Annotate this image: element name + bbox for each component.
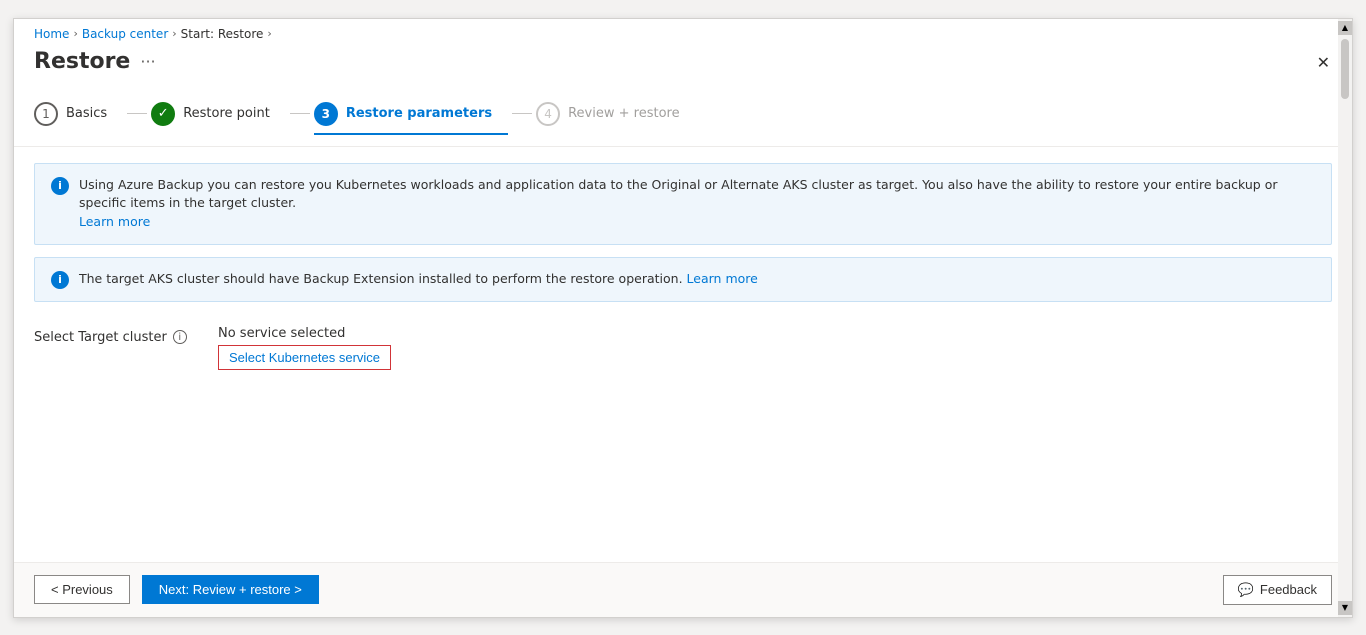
- previous-button[interactable]: < Previous: [34, 575, 130, 604]
- info-text-2: The target AKS cluster should have Backu…: [79, 270, 758, 289]
- breadcrumb-home[interactable]: Home: [34, 27, 69, 41]
- step-basics-label: Basics: [66, 106, 107, 121]
- step-active-indicator: [314, 133, 508, 135]
- field-row-target-cluster: Select Target cluster i No service selec…: [34, 314, 1332, 382]
- target-cluster-info-icon[interactable]: i: [173, 330, 187, 344]
- breadcrumb-start-restore: Start: Restore: [181, 27, 264, 41]
- step-restore-parameters-circle: 3: [314, 102, 338, 126]
- modal: Home › Backup center › Start: Restore › …: [13, 18, 1353, 618]
- step-sep-1: [127, 113, 147, 114]
- info-box-2: i The target AKS cluster should have Bac…: [34, 257, 1332, 302]
- no-service-label: No service selected: [218, 326, 391, 341]
- feedback-icon: 💬: [1238, 582, 1254, 598]
- step-sep-2: [290, 113, 310, 114]
- breadcrumb-backup-center[interactable]: Backup center: [82, 27, 168, 41]
- header: Restore ··· ✕: [14, 45, 1352, 82]
- info-box-1-learn-more[interactable]: Learn more: [79, 214, 150, 229]
- breadcrumb-sep-3: ›: [267, 27, 271, 40]
- step-review-restore[interactable]: 4 Review + restore: [536, 94, 695, 134]
- step-restore-parameters-label: Restore parameters: [346, 106, 492, 121]
- step-sep-3: [512, 113, 532, 114]
- field-label-text: Select Target cluster: [34, 330, 167, 345]
- step-review-restore-label: Review + restore: [568, 106, 679, 121]
- step-basics-circle: 1: [34, 102, 58, 126]
- breadcrumb-sep-1: ›: [73, 27, 77, 40]
- ellipsis-menu[interactable]: ···: [140, 52, 155, 71]
- footer: < Previous Next: Review + restore > 💬 Fe…: [14, 562, 1352, 617]
- breadcrumb: Home › Backup center › Start: Restore ›: [14, 19, 1352, 45]
- step-review-restore-circle: 4: [536, 102, 560, 126]
- feedback-label: Feedback: [1260, 582, 1317, 597]
- info-box-1: i Using Azure Backup you can restore you…: [34, 163, 1332, 245]
- info-icon-2: i: [51, 271, 69, 289]
- info-box-2-learn-more[interactable]: Learn more: [687, 271, 758, 286]
- step-restore-parameters[interactable]: 3 Restore parameters: [314, 94, 508, 134]
- next-button[interactable]: Next: Review + restore >: [142, 575, 319, 604]
- feedback-button[interactable]: 💬 Feedback: [1223, 575, 1332, 605]
- steps-bar: 1 Basics Restore point 3 Restore paramet…: [14, 82, 1352, 147]
- info-text-1: Using Azure Backup you can restore you K…: [79, 176, 1315, 232]
- close-button[interactable]: ✕: [1311, 49, 1336, 77]
- step-restore-point[interactable]: Restore point: [151, 94, 286, 134]
- step-basics[interactable]: 1 Basics: [34, 94, 123, 134]
- main-content: i Using Azure Backup you can restore you…: [14, 147, 1352, 562]
- step-restore-point-circle: [151, 102, 175, 126]
- page-title: Restore: [34, 49, 130, 74]
- field-value-target-cluster: No service selected Select Kubernetes se…: [218, 326, 391, 370]
- breadcrumb-sep-2: ›: [172, 27, 176, 40]
- info-icon-1: i: [51, 177, 69, 195]
- scrollbar: ▲ ▼: [1338, 19, 1352, 617]
- scrollbar-up-button[interactable]: ▲: [1338, 21, 1352, 35]
- scrollbar-down-button[interactable]: ▼: [1338, 601, 1352, 615]
- page-container: Home › Backup center › Start: Restore › …: [0, 0, 1366, 635]
- step-restore-point-label: Restore point: [183, 106, 270, 121]
- field-label-target-cluster: Select Target cluster i: [34, 326, 194, 345]
- select-kubernetes-service-button[interactable]: Select Kubernetes service: [218, 345, 391, 370]
- scrollbar-thumb[interactable]: [1341, 39, 1349, 99]
